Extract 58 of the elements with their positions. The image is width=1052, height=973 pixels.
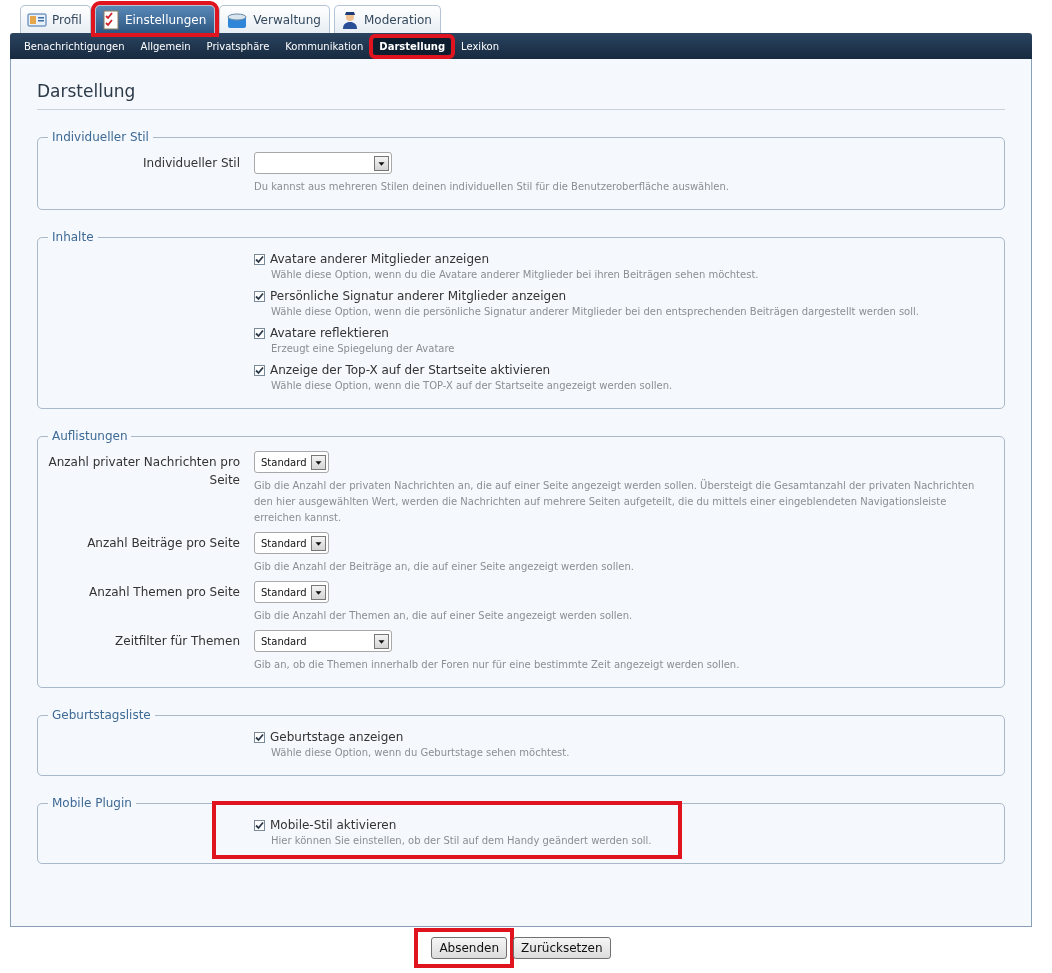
group-title: Mobile Plugin	[51, 796, 133, 810]
group-title: Inhalte	[51, 230, 95, 244]
checklist-icon	[101, 9, 120, 30]
person-icon	[340, 9, 359, 30]
field-description: Gib die Anzahl der Beiträge an, die auf einer Seite angezeigt werden sollen.	[254, 560, 634, 574]
checkbox[interactable]	[254, 290, 265, 302]
group-title: Geburtstagsliste	[51, 708, 152, 722]
field-description: Wähle diese Option, wenn die TOP-X auf der Startseite angezeigt werden sollen.	[271, 379, 673, 393]
dropdown[interactable]: Standard	[254, 532, 329, 554]
field-label: Zeitfilter für Themen	[114, 633, 240, 650]
field-description: Wähle diese Option, wenn du die Avatare anderer Mitglieder bei ihren Beiträgen sehen möchtest.	[271, 268, 759, 282]
checkbox-label: Mobile-Stil aktivieren	[270, 818, 397, 832]
tab[interactable]: Profil	[20, 5, 91, 33]
field-label: Anzahl privater Nachrichten pro Seite	[47, 454, 240, 489]
field-description: Erzeugt eine Spiegelung der Avatare	[271, 342, 455, 356]
field-description: Gib die Anzahl der privaten Nachrichten an, die auf einer Seite angezeigt werden sollen. Übersteigt die Gesamtanzahl der privaten Nachrichten den hier ausgewählten Wert, werden die Nachrichten auf mehrere Seiten aufgeteilt, die du mittels einer eingeblendeten Navigationsleiste erreichen kannst.	[254, 478, 976, 525]
group-title: Auflistungen	[51, 429, 129, 443]
checkbox-label: Persönliche Signatur anderer Mitglieder anzeigen	[270, 289, 567, 303]
checkbox-label: Geburtstage anzeigen	[270, 730, 404, 744]
sub-tab[interactable]: Privatsphäre	[200, 37, 276, 55]
field-description: Hier können Sie einstellen, ob der Stil auf dem Handy geändert werden soll.	[271, 834, 652, 848]
caret-icon	[374, 155, 389, 171]
field-label: Individueller Stil	[142, 155, 240, 172]
id-card-icon	[27, 11, 47, 28]
checkbox[interactable]	[254, 253, 265, 265]
checkbox-label: Avatare anderer Mitglieder anzeigen	[270, 252, 490, 266]
form-button[interactable]: Absenden	[431, 937, 508, 959]
checkbox-label: Avatare reflektieren	[270, 326, 389, 340]
caret-icon	[311, 535, 326, 551]
dropdown[interactable]: Standard	[254, 630, 392, 652]
caret-icon	[374, 633, 389, 649]
field-description: Du kannst aus mehreren Stilen deinen individuellen Stil für die Benutzeroberfläche auswählen.	[254, 180, 730, 194]
caret-icon	[311, 454, 326, 470]
caret-icon	[311, 584, 326, 600]
checkbox-label: Anzeige der Top-X auf der Startseite aktivieren	[270, 363, 551, 377]
box-icon	[226, 10, 249, 29]
checkbox[interactable]	[254, 731, 265, 743]
field-label: Anzahl Beiträge pro Seite	[86, 535, 240, 552]
field-description: Wähle diese Option, wenn du Geburtstage sehen möchtest.	[271, 746, 570, 760]
checkbox[interactable]	[254, 327, 265, 339]
group-title: Individueller Stil	[51, 130, 150, 144]
dropdown[interactable]: Standard	[254, 581, 329, 603]
field-description: Gib die Anzahl der Themen an, die auf einer Seite angezeigt werden sollen.	[254, 609, 633, 623]
field-label: Anzahl Themen pro Seite	[88, 584, 240, 601]
dropdown[interactable]	[254, 152, 392, 174]
page-heading: Darstellung	[37, 81, 1005, 110]
checkbox[interactable]	[254, 364, 265, 376]
sub-tab[interactable]: Kommunikation	[279, 37, 370, 55]
tab[interactable]: Moderation	[333, 5, 441, 33]
form-button[interactable]: Zurücksetzen	[513, 937, 611, 959]
sub-tab[interactable]: Benachrichtigungen	[18, 37, 131, 55]
sub-tab[interactable]: Lexikon	[455, 37, 506, 55]
sub-tab[interactable]: Allgemein	[134, 37, 197, 55]
field-description: Wähle diese Option, wenn die persönliche Signatur anderer Mitglieder bei den entsprechenden Beiträgen dargestellt werden soll.	[271, 305, 919, 319]
tab[interactable]: Verwaltung	[219, 5, 330, 33]
field-description: Gib an, ob die Themen innerhalb der Foren nur für eine bestimmte Zeit angezeigt werden sollen.	[254, 658, 740, 672]
checkbox[interactable]	[254, 819, 265, 831]
dropdown[interactable]: Standard	[254, 451, 329, 473]
